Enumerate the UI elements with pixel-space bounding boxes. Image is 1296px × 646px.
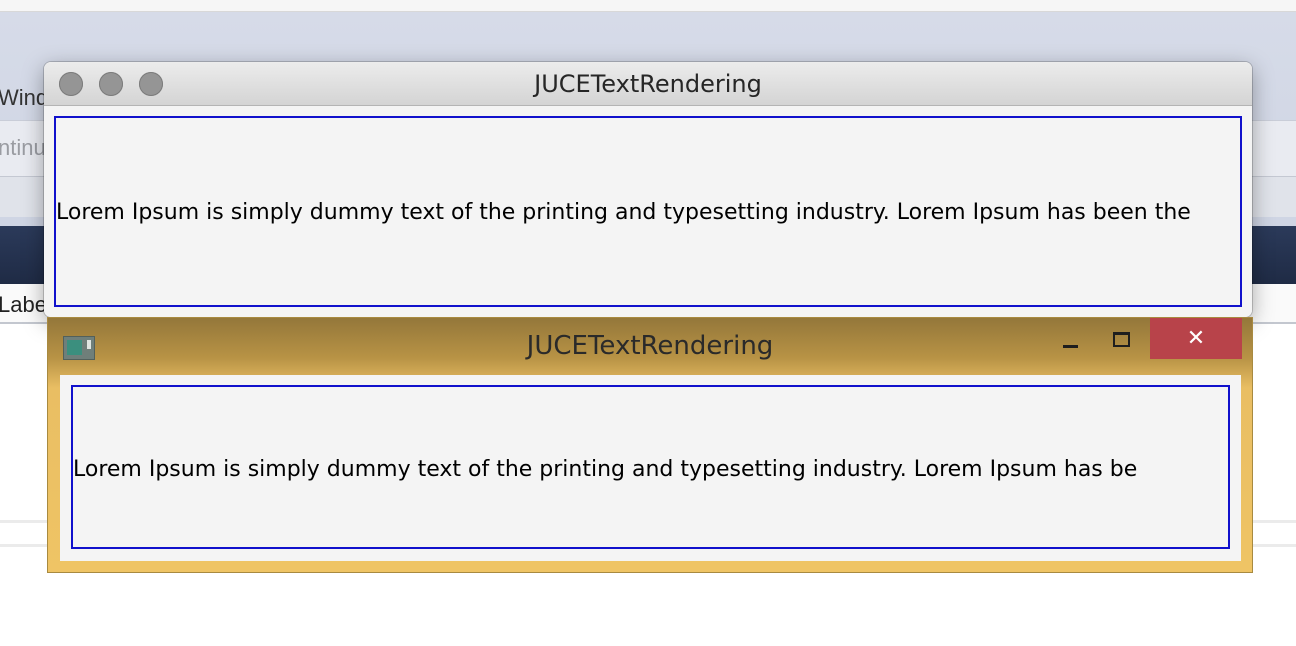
mac-window-content: Lorem Ipsum is simply dummy text of the … bbox=[44, 106, 1252, 317]
windows-text-component: Lorem Ipsum is simply dummy text of the … bbox=[71, 385, 1230, 549]
close-icon: ✕ bbox=[1186, 326, 1206, 351]
close-button[interactable]: ✕ bbox=[1150, 318, 1242, 359]
maximize-button[interactable] bbox=[1108, 324, 1134, 354]
windows-rendered-text: Lorem Ipsum is simply dummy text of the … bbox=[73, 457, 1138, 482]
windows-window-content: Lorem Ipsum is simply dummy text of the … bbox=[60, 375, 1241, 561]
mac-app-window: JUCETextRendering Lorem Ipsum is simply … bbox=[44, 62, 1252, 317]
mac-window-title: JUCETextRendering bbox=[534, 70, 762, 98]
background-top-strip bbox=[0, 0, 1296, 12]
background-continue-text: ntinu bbox=[0, 135, 46, 160]
windows-app-window: JUCETextRendering ✕ Lorem Ipsum is simpl… bbox=[48, 318, 1252, 572]
minimize-button[interactable] bbox=[1058, 324, 1084, 358]
mac-text-component: Lorem Ipsum is simply dummy text of the … bbox=[54, 116, 1242, 307]
mac-rendered-text: Lorem Ipsum is simply dummy text of the … bbox=[56, 200, 1191, 225]
mac-title-bar[interactable]: JUCETextRendering bbox=[44, 62, 1252, 106]
background-label-text: Labe bbox=[0, 292, 47, 317]
